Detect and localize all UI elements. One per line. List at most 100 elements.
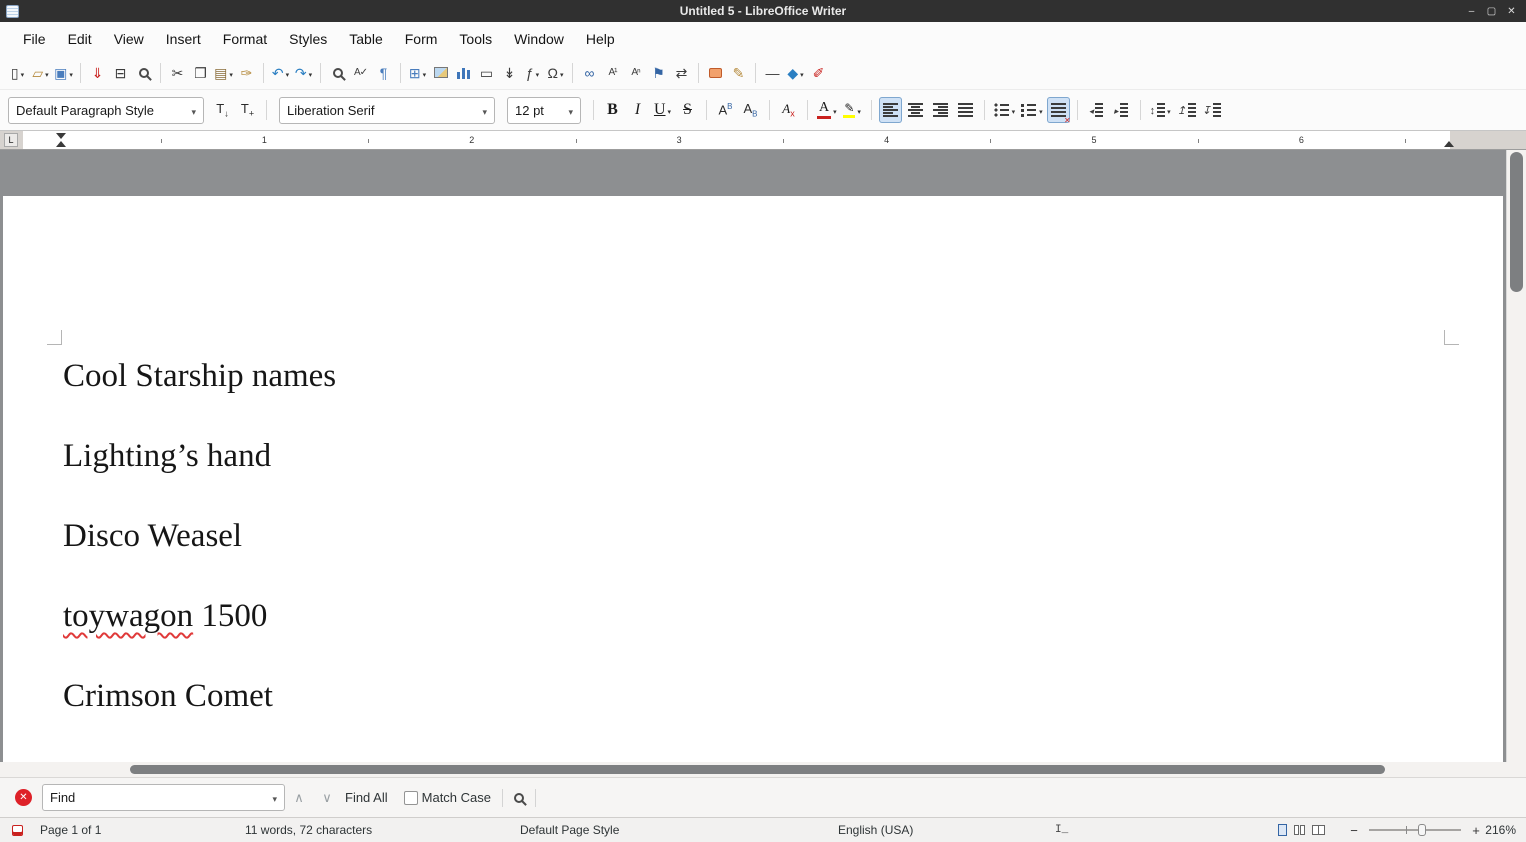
find-and-replace-button[interactable]	[326, 60, 349, 86]
maximize-icon[interactable]: ▢	[1483, 3, 1500, 19]
insert-special-character-button[interactable]: Ω	[544, 60, 567, 86]
increase-indent-button[interactable]	[1110, 97, 1133, 123]
clear-formatting-button[interactable]: Ax	[777, 97, 800, 123]
chevron-down-icon[interactable]	[476, 103, 487, 118]
zoom-slider-thumb[interactable]	[1418, 824, 1426, 836]
right-indent-marker[interactable]	[1444, 141, 1454, 147]
horizontal-scrollbar-thumb[interactable]	[130, 765, 1385, 774]
formatting-marks-button[interactable]: ¶	[372, 60, 395, 86]
new-style-button[interactable]: T+	[236, 97, 259, 123]
chevron-down-icon[interactable]	[1037, 101, 1043, 119]
decrease-paragraph-spacing-button[interactable]	[1200, 97, 1223, 123]
print-preview-button[interactable]	[132, 60, 155, 86]
superscript-button[interactable]: AB	[714, 97, 737, 123]
chevron-down-icon[interactable]	[19, 64, 25, 82]
vertical-scrollbar[interactable]	[1506, 150, 1526, 762]
justify-button[interactable]	[954, 97, 977, 123]
paragraph[interactable]: toywagon 1500	[63, 598, 1443, 634]
chevron-down-icon[interactable]	[562, 103, 573, 118]
update-style-button[interactable]: T↓	[211, 97, 234, 123]
align-right-button[interactable]	[929, 97, 952, 123]
menu-tools[interactable]: Tools	[448, 26, 503, 52]
menu-insert[interactable]: Insert	[155, 26, 212, 52]
copy-button[interactable]: ❐	[189, 60, 212, 86]
page-style-status[interactable]: Default Page Style	[520, 818, 619, 842]
undo-button[interactable]: ↶	[269, 60, 292, 86]
chevron-down-icon[interactable]	[1010, 101, 1016, 119]
insert-hyperlink-button[interactable]: ∞	[578, 60, 601, 86]
chevron-down-icon[interactable]	[43, 64, 49, 82]
chevron-down-icon[interactable]	[227, 64, 233, 82]
paste-button[interactable]: ▤	[212, 60, 235, 86]
menu-window[interactable]: Window	[503, 26, 575, 52]
align-center-button[interactable]	[904, 97, 927, 123]
chevron-down-icon[interactable]	[855, 101, 861, 119]
misspelled-word[interactable]: toywagon	[63, 598, 193, 634]
insert-comment-button[interactable]	[704, 60, 727, 86]
menu-view[interactable]: View	[103, 26, 155, 52]
insert-bookmark-button[interactable]: ⚑	[647, 60, 670, 86]
export-pdf-button[interactable]: ⇓	[86, 60, 109, 86]
find-input[interactable]: Find	[42, 784, 285, 811]
first-line-indent-marker[interactable]	[56, 133, 66, 139]
unordered-list-button[interactable]	[992, 97, 1018, 123]
zoom-percentage[interactable]: 216%	[1485, 818, 1516, 842]
clone-formatting-button[interactable]: ✑	[235, 60, 258, 86]
book-view-icon[interactable]	[1312, 825, 1325, 835]
zoom-slider-track[interactable]	[1369, 829, 1461, 831]
no-list-button[interactable]: ✕	[1047, 97, 1070, 123]
chevron-down-icon[interactable]	[534, 64, 540, 82]
show-draw-functions-button[interactable]: ✐	[807, 60, 830, 86]
ordered-list-button[interactable]	[1019, 97, 1045, 123]
find-and-replace-icon[interactable]	[514, 793, 524, 803]
chevron-down-icon[interactable]	[798, 64, 804, 82]
save-button[interactable]: ▣	[52, 60, 75, 86]
chevron-down-icon[interactable]	[666, 101, 672, 119]
redo-button[interactable]: ↷	[292, 60, 315, 86]
open-button[interactable]: ▱	[29, 60, 52, 86]
cut-button[interactable]: ✂	[166, 60, 189, 86]
chevron-down-icon[interactable]	[558, 64, 564, 82]
left-indent-marker[interactable]	[56, 141, 66, 147]
underline-button[interactable]: U	[651, 97, 674, 123]
page[interactable]: Cool Starship namesLighting’s handDisco …	[3, 196, 1503, 762]
menu-edit[interactable]: Edit	[57, 26, 103, 52]
chevron-down-icon[interactable]	[421, 64, 427, 82]
minimize-icon[interactable]: –	[1463, 3, 1480, 19]
paragraph[interactable]: Cool Starship names	[63, 358, 1443, 394]
zoom-in-icon[interactable]: +	[1470, 823, 1482, 838]
highlight-color-button[interactable]: ✎	[841, 97, 864, 123]
track-changes-button[interactable]: ✎	[727, 60, 750, 86]
insert-field-button[interactable]: ƒ	[521, 60, 544, 86]
insert-mode-indicator[interactable]: I_	[1055, 818, 1068, 842]
chevron-down-icon[interactable]	[1165, 101, 1171, 119]
insert-text-box-button[interactable]: ▭	[475, 60, 498, 86]
zoom-out-icon[interactable]: −	[1348, 823, 1360, 838]
find-all-button[interactable]: Find All	[345, 790, 388, 805]
chevron-down-icon[interactable]	[185, 103, 196, 118]
insert-endnote-button[interactable]: Aⁿ	[624, 60, 647, 86]
insert-chart-button[interactable]	[452, 60, 475, 86]
chevron-down-icon[interactable]	[67, 64, 73, 82]
basic-shapes-button[interactable]: ◆	[784, 60, 807, 86]
chevron-down-icon[interactable]	[831, 101, 837, 119]
menu-styles[interactable]: Styles	[278, 26, 338, 52]
menu-help[interactable]: Help	[575, 26, 626, 52]
chevron-down-icon[interactable]	[284, 64, 290, 82]
find-next-button[interactable]: ∨	[313, 786, 341, 810]
spelling-button[interactable]: A✓	[349, 60, 372, 86]
subscript-button[interactable]: AB	[739, 97, 762, 123]
menu-table[interactable]: Table	[338, 26, 393, 52]
close-findbar-button[interactable]: ✕	[15, 789, 32, 806]
font-size-combobox[interactable]: 12 pt	[507, 97, 581, 124]
insert-line-button[interactable]: —	[761, 60, 784, 86]
bold-button[interactable]: B	[601, 97, 624, 123]
language-status[interactable]: English (USA)	[838, 818, 913, 842]
strikethrough-button[interactable]: S	[676, 97, 699, 123]
menu-file[interactable]: File	[12, 26, 57, 52]
print-button[interactable]: ⊟	[109, 60, 132, 86]
new-document-button[interactable]: ▯	[6, 60, 29, 86]
find-previous-button[interactable]: ∧	[285, 786, 313, 810]
page-text[interactable]: Cool Starship namesLighting’s handDisco …	[63, 358, 1443, 758]
insert-footnote-button[interactable]: A¹	[601, 60, 624, 86]
